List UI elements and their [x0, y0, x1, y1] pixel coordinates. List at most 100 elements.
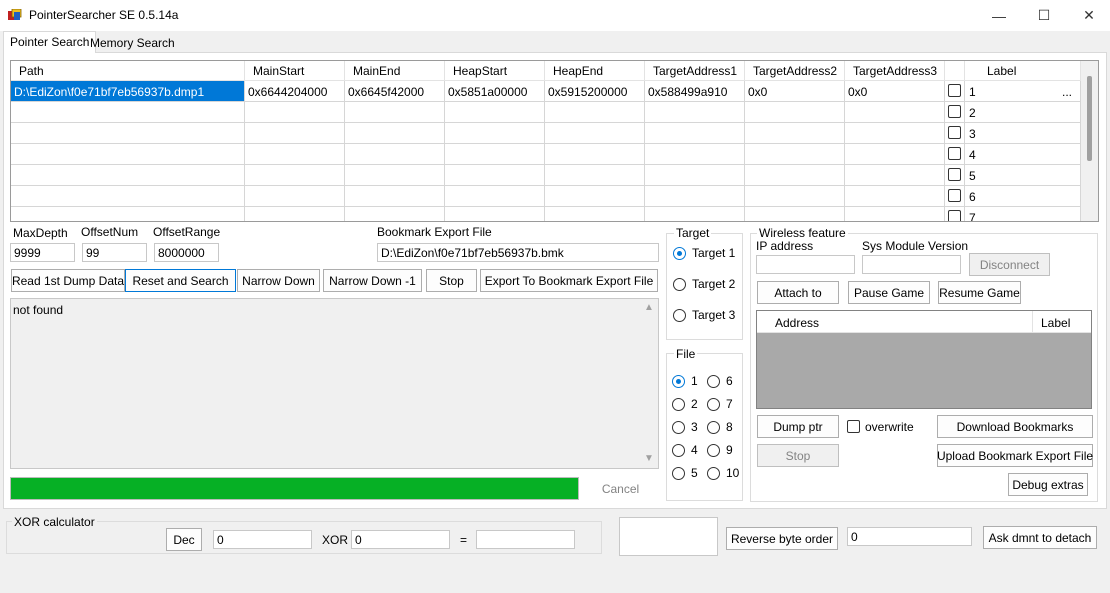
- grid-cell-label[interactable]: 3: [965, 123, 1081, 144]
- narrow-down-minus-button[interactable]: Narrow Down -1: [323, 269, 422, 292]
- reverse-byte-order-button[interactable]: Reverse byte order: [726, 527, 838, 550]
- column-header-heapstart[interactable]: HeapStart: [445, 61, 545, 81]
- attach-to-button[interactable]: Attach to: [757, 281, 839, 304]
- grid-cell[interactable]: [245, 144, 345, 165]
- grid-cell[interactable]: [345, 144, 445, 165]
- grid-cell[interactable]: [11, 102, 245, 123]
- cancel-button[interactable]: Cancel: [583, 477, 658, 500]
- column-header-check[interactable]: [945, 61, 965, 81]
- stop-button[interactable]: Stop: [426, 269, 477, 292]
- column-header-target3[interactable]: TargetAddress3: [845, 61, 945, 81]
- scroll-up-icon[interactable]: ▲: [644, 302, 654, 313]
- grid-cell[interactable]: [545, 102, 645, 123]
- grid-cell[interactable]: [11, 123, 245, 144]
- dump-grid[interactable]: Path MainStart MainEnd HeapStart HeapEnd…: [10, 60, 1099, 222]
- grid-cell-label[interactable]: 5: [965, 165, 1081, 186]
- scrollbar-thumb[interactable]: [1087, 76, 1092, 161]
- disconnect-button[interactable]: Disconnect: [969, 253, 1050, 276]
- grid-vertical-scrollbar[interactable]: [1081, 61, 1098, 221]
- grid-cell-label[interactable]: 4: [965, 144, 1081, 165]
- offset-range-input[interactable]: 8000000: [154, 243, 219, 262]
- file-radio-1[interactable]: [672, 375, 685, 388]
- file-radio-6[interactable]: [707, 375, 720, 388]
- grid-cell[interactable]: [845, 165, 945, 186]
- ask-dmnt-detach-button[interactable]: Ask dmnt to detach: [983, 526, 1097, 549]
- list-header-address[interactable]: Address: [757, 311, 1033, 333]
- maximize-button[interactable]: ☐: [1021, 0, 1067, 31]
- scroll-down-icon[interactable]: ▼: [644, 453, 654, 464]
- grid-cell-mainend[interactable]: 0x6645f42000: [345, 81, 445, 102]
- file-radio-5[interactable]: [672, 467, 685, 480]
- sys-module-version-input[interactable]: [862, 255, 961, 274]
- grid-cell[interactable]: [545, 123, 645, 144]
- row-checkbox[interactable]: [948, 105, 961, 118]
- grid-cell-target1[interactable]: 0x588499a910: [645, 81, 745, 102]
- row-checkbox[interactable]: [948, 84, 961, 97]
- grid-cell[interactable]: [645, 144, 745, 165]
- grid-cell[interactable]: [745, 144, 845, 165]
- file-radio-10[interactable]: [707, 467, 720, 480]
- column-header-target2[interactable]: TargetAddress2: [745, 61, 845, 81]
- file-radio-9[interactable]: [707, 444, 720, 457]
- file-radio-7[interactable]: [707, 398, 720, 411]
- grid-cell[interactable]: [645, 102, 745, 123]
- grid-cell[interactable]: [545, 144, 645, 165]
- label-ellipsis[interactable]: ...: [1062, 85, 1072, 99]
- file-radio-8[interactable]: [707, 421, 720, 434]
- tab-pointer-search[interactable]: Pointer Search: [3, 31, 97, 53]
- minimize-button[interactable]: —: [976, 0, 1022, 31]
- pause-game-button[interactable]: Pause Game: [848, 281, 930, 304]
- grid-cell-label[interactable]: 6: [965, 186, 1081, 207]
- bookmark-list[interactable]: Address Label: [756, 310, 1092, 409]
- grid-cell[interactable]: [245, 165, 345, 186]
- grid-cell-mainstart[interactable]: 0x6644204000: [245, 81, 345, 102]
- log-scrollbar[interactable]: ▲ ▼: [641, 299, 658, 468]
- tab-memory-search[interactable]: Memory Search: [84, 33, 181, 53]
- grid-cell[interactable]: [345, 207, 445, 221]
- upload-bookmark-button[interactable]: Upload Bookmark Export File: [937, 444, 1093, 467]
- close-button[interactable]: ✕: [1066, 0, 1110, 31]
- log-output[interactable]: not found ▲ ▼: [10, 298, 659, 469]
- grid-cell[interactable]: [245, 186, 345, 207]
- grid-cell[interactable]: [845, 186, 945, 207]
- column-header-mainend[interactable]: MainEnd: [345, 61, 445, 81]
- read-dump-button[interactable]: Read 1st Dump Data: [11, 269, 125, 292]
- target-radio-3[interactable]: [673, 309, 686, 322]
- reset-search-button[interactable]: Reset and Search: [125, 269, 236, 292]
- row-checkbox[interactable]: [948, 126, 961, 139]
- grid-cell[interactable]: [845, 123, 945, 144]
- grid-cell[interactable]: [645, 123, 745, 144]
- overwrite-checkbox[interactable]: [847, 420, 860, 433]
- xor-result-output[interactable]: [476, 530, 575, 549]
- download-bookmarks-button[interactable]: Download Bookmarks: [937, 415, 1093, 438]
- narrow-down-button[interactable]: Narrow Down: [237, 269, 320, 292]
- grid-cell[interactable]: [845, 207, 945, 221]
- grid-cell[interactable]: [445, 165, 545, 186]
- column-header-mainstart[interactable]: MainStart: [245, 61, 345, 81]
- xor-input-1[interactable]: 0: [213, 530, 312, 549]
- grid-cell-label[interactable]: 7: [965, 207, 1081, 221]
- offset-num-input[interactable]: 99: [82, 243, 147, 262]
- grid-cell-path[interactable]: D:\EdiZon\f0e71bf7eb56937b.dmp1: [11, 81, 245, 102]
- export-bookmark-button[interactable]: Export To Bookmark Export File: [480, 269, 658, 292]
- grid-cell[interactable]: [745, 102, 845, 123]
- grid-cell[interactable]: [645, 207, 745, 221]
- grid-cell[interactable]: [245, 102, 345, 123]
- dump-ptr-button[interactable]: Dump ptr: [757, 415, 839, 438]
- grid-cell-heapstart[interactable]: 0x5851a00000: [445, 81, 545, 102]
- grid-cell[interactable]: [645, 165, 745, 186]
- row-checkbox[interactable]: [948, 168, 961, 181]
- grid-cell[interactable]: [745, 207, 845, 221]
- grid-cell[interactable]: [645, 186, 745, 207]
- ip-address-input[interactable]: [756, 255, 855, 274]
- reverse-value-input[interactable]: 0: [847, 527, 972, 546]
- row-checkbox[interactable]: [948, 189, 961, 202]
- file-radio-3[interactable]: [672, 421, 685, 434]
- grid-cell[interactable]: [445, 102, 545, 123]
- grid-cell[interactable]: [445, 123, 545, 144]
- dec-button[interactable]: Dec: [166, 528, 202, 551]
- column-header-path[interactable]: Path: [11, 61, 245, 81]
- grid-cell[interactable]: [245, 123, 345, 144]
- column-header-label[interactable]: Label: [965, 61, 1081, 81]
- grid-cell[interactable]: [345, 123, 445, 144]
